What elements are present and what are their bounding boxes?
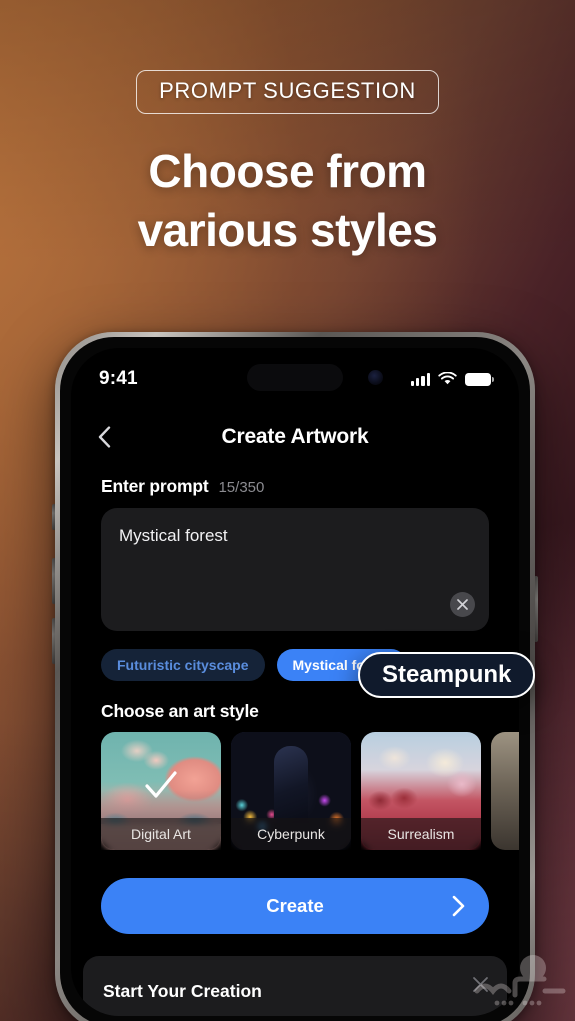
status-clock: 9:41 — [99, 368, 138, 389]
art-style-caption: Cyberpunk — [231, 818, 351, 850]
front-camera-icon — [368, 370, 383, 385]
cellular-bars-icon — [410, 372, 430, 386]
art-style-label: Choose an art style — [101, 701, 259, 721]
headline-line-2: various styles — [137, 203, 438, 256]
art-style-card-cyberpunk[interactable]: Cyberpunk — [231, 732, 351, 850]
page-title: Choose from various styles — [0, 142, 575, 260]
character-counter: 15/350 — [218, 479, 265, 496]
prompt-label-row: Enter prompt 15/350 — [101, 476, 489, 497]
art-style-list[interactable]: Digital Art Cyberpunk Surrealism — [101, 732, 519, 850]
wifi-icon — [438, 372, 457, 385]
page-heading: Create Artwork — [221, 425, 369, 448]
start-your-creation-title: Start Your Creation — [103, 980, 262, 1001]
create-button[interactable]: Create — [101, 878, 489, 934]
art-style-label-row: Choose an art style — [101, 701, 489, 722]
battery-full-icon — [465, 372, 495, 386]
art-style-card-digital-art[interactable]: Digital Art — [101, 732, 221, 850]
chevron-right-icon — [452, 895, 465, 917]
clear-prompt-button[interactable] — [450, 592, 475, 617]
chip-futuristic-cityscape[interactable]: Futuristic cityscape — [101, 649, 265, 681]
check-icon — [145, 771, 177, 798]
navigation-bar: Create Artwork — [71, 410, 519, 464]
hero-section: PROMPT SUGGESTION Choose from various st… — [0, 0, 575, 260]
art-style-card-partial[interactable] — [491, 732, 519, 850]
prompt-input[interactable]: Mystical forest — [101, 508, 489, 631]
start-your-creation-card[interactable]: Start Your Creation — [83, 956, 507, 1016]
art-style-caption: Surrealism — [361, 818, 481, 850]
art-style-card-surrealism[interactable]: Surrealism — [361, 732, 481, 850]
chevron-left-icon — [98, 426, 110, 448]
art-style-thumbnail — [491, 732, 519, 850]
prompt-input-value: Mystical forest — [119, 526, 228, 545]
create-button-label: Create — [266, 895, 324, 916]
close-icon — [457, 599, 468, 610]
prompt-label: Enter prompt — [101, 476, 209, 496]
back-button[interactable] — [89, 422, 119, 452]
status-bar: 9:41 — [71, 348, 519, 410]
art-style-caption: Digital Art — [101, 818, 221, 850]
close-icon — [473, 977, 488, 992]
chip-steampunk-highlighted[interactable]: Steampunk — [358, 652, 536, 698]
headline-line-1: Choose from — [148, 145, 427, 197]
dynamic-island — [247, 364, 343, 391]
dismiss-card-button[interactable] — [472, 976, 489, 998]
prompt-suggestion-badge: PROMPT SUGGESTION — [136, 70, 439, 114]
status-indicators — [410, 372, 495, 386]
